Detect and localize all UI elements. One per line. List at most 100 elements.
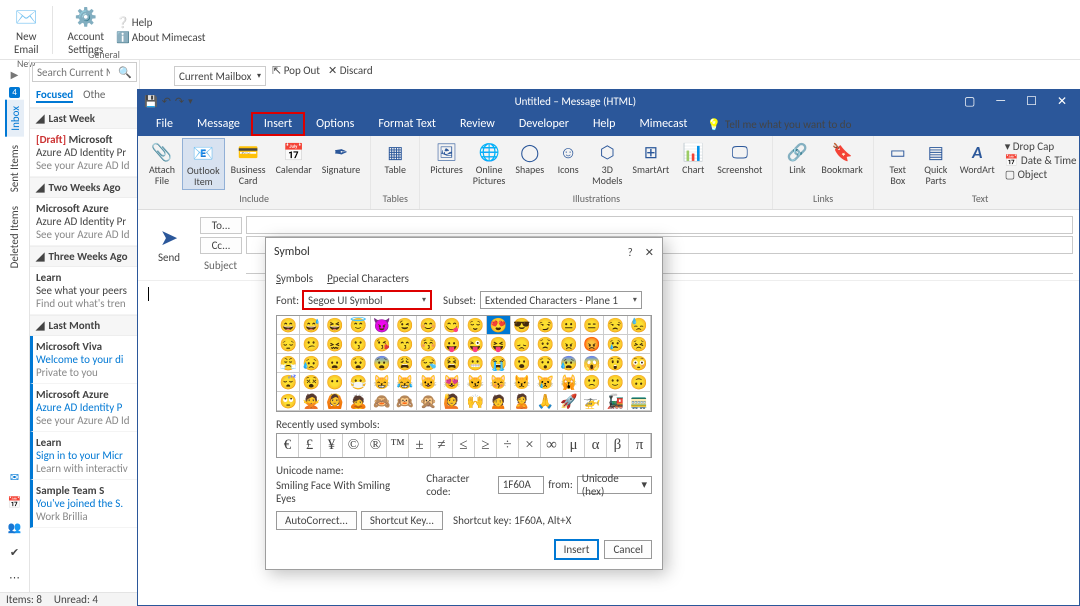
redo-icon[interactable]: ↷: [175, 95, 184, 108]
symbol-cell[interactable]: 😧: [347, 354, 370, 373]
symbol-cell[interactable]: 🚁: [581, 392, 604, 411]
people-icon[interactable]: 👥: [8, 521, 22, 534]
scope-select[interactable]: Current Mailbox▾: [174, 66, 266, 86]
chart-button[interactable]: 📊Chart: [675, 138, 711, 178]
symbol-cell[interactable]: 🙎: [511, 392, 534, 411]
recent-symbol-cell[interactable]: ÷: [497, 434, 519, 457]
pictures-button[interactable]: 🖼Pictures: [426, 138, 467, 178]
symbol-cell[interactable]: 😄: [277, 316, 300, 335]
dropcap-button[interactable]: ▾ Drop Cap: [1005, 140, 1077, 153]
symbol-cell[interactable]: 😳: [628, 354, 651, 373]
symbol-cell[interactable]: 😿: [534, 373, 557, 392]
symbol-cell[interactable]: 😽: [487, 373, 510, 392]
to-input[interactable]: [246, 216, 1073, 234]
symbol-cell[interactable]: 😨: [371, 354, 394, 373]
symbol-cell[interactable]: 🙄: [277, 392, 300, 411]
maximize-icon[interactable]: ☐: [1020, 94, 1043, 109]
recent-symbol-cell[interactable]: ≥: [475, 434, 497, 457]
search-input[interactable]: [33, 66, 114, 79]
symbol-cell[interactable]: 😯: [534, 354, 557, 373]
tell-me-box[interactable]: 💡Tell me what you want to do: [707, 118, 851, 131]
tab-other[interactable]: Othe: [83, 88, 105, 103]
tab-insert[interactable]: Insert: [252, 113, 304, 135]
help-link[interactable]: ❔Help: [116, 16, 205, 29]
save-icon[interactable]: 💾: [144, 95, 158, 108]
tab-file[interactable]: File: [144, 113, 185, 135]
symbol-cell[interactable]: 😖: [324, 335, 347, 354]
popout-button[interactable]: ⇱ Pop Out: [272, 64, 320, 77]
symbol-cell[interactable]: 😻: [441, 373, 464, 392]
recent-symbol-cell[interactable]: ≠: [431, 434, 453, 457]
tab-help[interactable]: Help: [581, 113, 628, 135]
symbol-cell[interactable]: 🚀: [558, 392, 581, 411]
symbol-cell[interactable]: 😹: [394, 373, 417, 392]
tab-options[interactable]: Options: [304, 113, 366, 135]
symbol-cell[interactable]: 😬: [464, 354, 487, 373]
symbol-cell[interactable]: 😉: [394, 316, 417, 335]
mail-item[interactable]: Microsoft Azure AD Identity Pr See your …: [30, 129, 139, 177]
object-button[interactable]: ▢ Object: [1005, 168, 1077, 181]
recent-symbol-cell[interactable]: ®: [365, 434, 387, 457]
symbol-cell[interactable]: 🙍: [487, 392, 510, 411]
mail-item[interactable]: Learn Sign in to your Micr Learn with in…: [30, 432, 139, 480]
symbol-cell[interactable]: 😙: [394, 335, 417, 354]
shortcut-key-button[interactable]: Shortcut Key...: [361, 511, 443, 530]
symbol-cell[interactable]: 🙌: [464, 392, 487, 411]
undo-icon[interactable]: ↶: [162, 95, 171, 108]
symbol-cell[interactable]: 😥: [300, 354, 323, 373]
symbol-cell[interactable]: 😞: [511, 335, 534, 354]
symbol-cell[interactable]: 😡: [581, 335, 604, 354]
symbol-cell[interactable]: 🙈: [371, 392, 394, 411]
link-button[interactable]: 🔗Link: [779, 138, 815, 178]
smartart-button[interactable]: ⊞SmartArt: [628, 138, 673, 178]
symbol-cell[interactable]: 🙊: [417, 392, 440, 411]
symbol-cell[interactable]: 😅: [300, 316, 323, 335]
symbol-cell[interactable]: 😆: [324, 316, 347, 335]
symbol-cell[interactable]: 😫: [441, 354, 464, 373]
symbol-cell[interactable]: 🙋: [441, 392, 464, 411]
close-icon[interactable]: ✕: [645, 246, 654, 259]
symbol-cell[interactable]: 😷: [347, 373, 370, 392]
symbol-cell[interactable]: 😱: [581, 354, 604, 373]
symbol-cell[interactable]: 😋: [441, 316, 464, 335]
minimize-icon[interactable]: —: [989, 94, 1012, 108]
tab-message[interactable]: Message: [185, 113, 252, 135]
recent-symbol-cell[interactable]: €: [277, 434, 299, 457]
symbol-cell[interactable]: 😢: [604, 335, 627, 354]
symbol-cell[interactable]: 😐: [558, 316, 581, 335]
recent-symbol-cell[interactable]: μ: [563, 434, 585, 457]
signature-button[interactable]: ✒Signature: [318, 138, 364, 178]
symbol-cell[interactable]: 🙃: [628, 373, 651, 392]
tab-review[interactable]: Review: [448, 113, 507, 135]
symbol-cell[interactable]: 😛: [441, 335, 464, 354]
about-link[interactable]: ℹ️About Mimecast: [116, 31, 205, 44]
recent-symbol-cell[interactable]: ©: [343, 434, 365, 457]
symbol-cell[interactable]: 🙀: [558, 373, 581, 392]
recent-symbol-cell[interactable]: ¥: [321, 434, 343, 457]
tab-symbols[interactable]: Symbols: [276, 272, 313, 285]
autocorrect-button[interactable]: AutoCorrect...: [276, 511, 357, 530]
symbol-cell[interactable]: 😸: [371, 373, 394, 392]
symbol-cell[interactable]: 😕: [300, 335, 323, 354]
symbol-cell[interactable]: 😶: [324, 373, 347, 392]
group-two-weeks[interactable]: ◢Two Weeks Ago: [30, 177, 139, 198]
ribbon-opts-icon[interactable]: ▢: [958, 94, 981, 109]
symbol-cell[interactable]: 😣: [628, 335, 651, 354]
symbol-cell[interactable]: 😪: [417, 354, 440, 373]
discard-button[interactable]: ✕ Discard: [328, 64, 373, 77]
symbol-cell[interactable]: 🚃: [628, 392, 651, 411]
symbol-cell[interactable]: 🙂: [604, 373, 627, 392]
symbol-cell[interactable]: 😈: [371, 316, 394, 335]
symbol-cell[interactable]: 😩: [394, 354, 417, 373]
to-button[interactable]: To...: [200, 217, 242, 234]
rail-inbox[interactable]: Inbox: [5, 100, 24, 137]
symbol-cell[interactable]: 😇: [347, 316, 370, 335]
recent-symbol-cell[interactable]: ™: [387, 434, 409, 457]
recent-symbol-cell[interactable]: ×: [519, 434, 541, 457]
mail-item[interactable]: Sample Team S You've joined the S. Work …: [30, 480, 139, 528]
mail-item[interactable]: Learn See what your peers Find out what'…: [30, 267, 139, 315]
from-select[interactable]: Unicode (hex)▾: [577, 476, 652, 494]
symbol-cell[interactable]: 😝: [487, 335, 510, 354]
more-icon[interactable]: ⋯: [9, 571, 20, 584]
symbol-cell[interactable]: 😴: [277, 373, 300, 392]
